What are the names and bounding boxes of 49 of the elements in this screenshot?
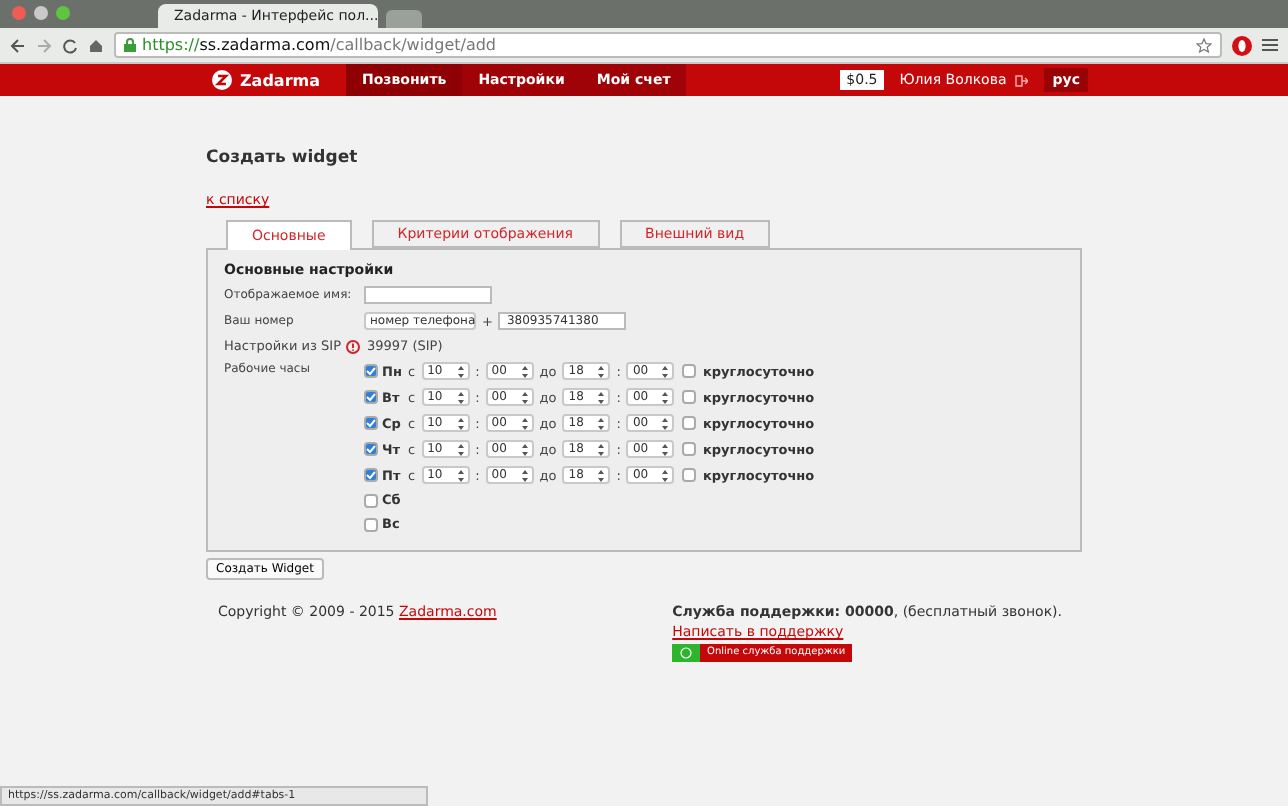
- spinner-arrows-icon: [662, 417, 669, 429]
- spinner-arrows-icon: [598, 417, 605, 429]
- spinner-arrows-icon: [662, 443, 669, 455]
- all-day-checkbox[interactable]: [682, 468, 697, 482]
- spinner-arrows-icon: [521, 391, 528, 403]
- spinner-arrows-icon: [457, 443, 464, 455]
- back-icon[interactable]: [10, 37, 26, 53]
- spinner-arrows-icon: [662, 391, 669, 403]
- day-checkbox[interactable]: [364, 416, 378, 430]
- zoom-window-icon[interactable]: [56, 6, 70, 20]
- name-field[interactable]: [364, 286, 492, 304]
- spinner-arrows-icon: [521, 417, 528, 429]
- page-title: Создать widget: [206, 148, 360, 168]
- spinner-arrows-icon: [457, 391, 464, 403]
- spinner-arrows-icon: [598, 391, 605, 403]
- all-day-checkbox[interactable]: [682, 416, 697, 430]
- opera-icon[interactable]: [1232, 35, 1252, 55]
- lock-icon: [124, 38, 136, 52]
- day-checkbox[interactable]: [364, 493, 378, 507]
- logout-icon[interactable]: [1014, 73, 1029, 87]
- all-day-checkbox[interactable]: [682, 364, 697, 378]
- reload-icon[interactable]: [62, 37, 78, 53]
- day-checkbox[interactable]: [364, 442, 378, 456]
- spinner-arrows-icon: [521, 365, 528, 377]
- home-icon[interactable]: [88, 37, 104, 53]
- address-bar[interactable]: https://ss.zadarma.com/callback/widget/add: [114, 32, 1222, 58]
- logo-text: Zadarma: [240, 71, 321, 89]
- day-checkbox[interactable]: [364, 364, 378, 378]
- all-day-checkbox[interactable]: [682, 390, 697, 404]
- spinner-arrows-icon: [457, 365, 464, 377]
- spinner-arrows-icon: [598, 443, 605, 455]
- spinner-arrows-icon: [662, 365, 669, 377]
- spinner-arrows-icon: [521, 469, 528, 481]
- star-icon[interactable]: [1196, 37, 1212, 53]
- day-checkbox[interactable]: [364, 468, 378, 482]
- spinner-arrows-icon: [598, 365, 605, 377]
- minimize-window-icon[interactable]: [34, 6, 48, 20]
- spinner-arrows-icon: [598, 469, 605, 481]
- spinner-arrows-icon: [457, 417, 464, 429]
- day-checkbox[interactable]: [364, 390, 378, 404]
- info-icon[interactable]: [346, 339, 361, 353]
- menu-icon[interactable]: [1262, 38, 1278, 52]
- day-checkbox[interactable]: [364, 517, 378, 531]
- spinner-arrows-icon: [662, 469, 669, 481]
- spinner-arrows-icon: [521, 443, 528, 455]
- zadarma-logo-icon: [212, 70, 232, 90]
- forward-icon[interactable]: [36, 37, 52, 53]
- all-day-checkbox[interactable]: [682, 442, 697, 456]
- spinner-arrows-icon: [457, 469, 464, 481]
